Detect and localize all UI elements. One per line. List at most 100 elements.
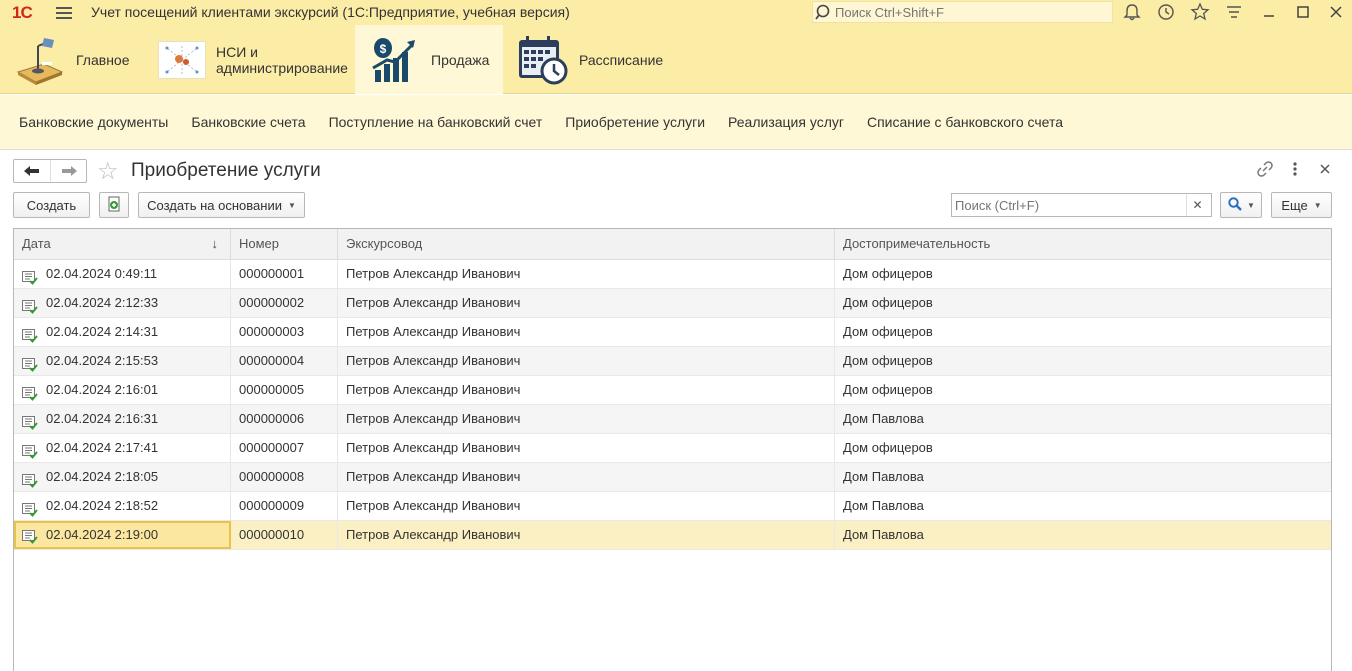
- copy-document-button[interactable]: [99, 192, 129, 218]
- more-button[interactable]: Еще ▼: [1271, 192, 1332, 218]
- nav-bank-writeoff[interactable]: Списание с банковского счета: [867, 114, 1063, 130]
- cell-number[interactable]: 000000008: [231, 463, 338, 491]
- nav-bank-receipt[interactable]: Поступление на банковский счет: [329, 114, 543, 130]
- create-button[interactable]: Создать: [13, 192, 90, 218]
- table-row[interactable]: 02.04.2024 2:14:31 000000003 Петров Алекса…: [14, 318, 1331, 347]
- column-header-date-label: Дата: [22, 236, 51, 251]
- home-desk-icon: [14, 34, 66, 86]
- sales-growth-icon: $: [369, 34, 421, 86]
- forward-arrow-icon[interactable]: [50, 160, 86, 182]
- table-row[interactable]: 02.04.2024 2:18:52 000000009 Петров Алекса…: [14, 492, 1331, 521]
- cell-number[interactable]: 000000010: [231, 521, 338, 549]
- cell-number[interactable]: 000000006: [231, 405, 338, 433]
- history-nav: [13, 159, 87, 183]
- cell-number[interactable]: 000000003: [231, 318, 338, 346]
- cell-guide[interactable]: Петров Александр Иванович: [338, 318, 835, 346]
- nav-bank-documents[interactable]: Банковские документы: [19, 114, 168, 130]
- cell-sight[interactable]: Дом офицеров: [835, 347, 1331, 375]
- cell-guide[interactable]: Петров Александр Иванович: [338, 376, 835, 404]
- cell-date[interactable]: 02.04.2024 2:14:31: [14, 318, 231, 346]
- cell-date[interactable]: 02.04.2024 2:16:31: [14, 405, 231, 433]
- cell-date[interactable]: 02.04.2024 2:18:05: [14, 463, 231, 491]
- cell-sight[interactable]: Дом офицеров: [835, 289, 1331, 317]
- cell-sight[interactable]: Дом Павлова: [835, 405, 1331, 433]
- cell-number[interactable]: 000000007: [231, 434, 338, 462]
- page-title: Приобретение услуги: [131, 160, 321, 181]
- close-form-icon[interactable]: [1314, 160, 1336, 180]
- column-header-date[interactable]: Дата ↓: [14, 229, 231, 260]
- create-based-on-button[interactable]: Создать на основании ▼: [138, 192, 305, 218]
- back-arrow-icon[interactable]: [14, 160, 50, 182]
- cell-sight[interactable]: Дом офицеров: [835, 376, 1331, 404]
- table-row[interactable]: 02.04.2024 2:17:41 000000007 Петров Алекса…: [14, 434, 1331, 463]
- section-schedule[interactable]: Рассписание: [517, 25, 667, 94]
- functions-menu-icon[interactable]: [1223, 2, 1245, 22]
- cell-guide[interactable]: Петров Александр Иванович: [338, 347, 835, 375]
- add-favorite-star-icon[interactable]: ☆: [97, 157, 119, 186]
- cell-date[interactable]: 02.04.2024 2:18:52: [14, 492, 231, 520]
- app-title: Учет посещений клиентами экскурсий (1С:П…: [91, 4, 570, 20]
- minimize-icon[interactable]: [1258, 2, 1280, 22]
- cell-date[interactable]: 02.04.2024 2:16:01: [14, 376, 231, 404]
- cell-guide[interactable]: Петров Александр Иванович: [338, 521, 835, 549]
- cell-guide[interactable]: Петров Александр Иванович: [338, 434, 835, 462]
- table-row[interactable]: 02.04.2024 2:16:31 000000006 Петров Алекса…: [14, 405, 1331, 434]
- history-icon[interactable]: [1155, 2, 1177, 22]
- posted-document-icon: [22, 267, 38, 285]
- cell-date[interactable]: 02.04.2024 2:17:41: [14, 434, 231, 462]
- link-icon[interactable]: [1254, 160, 1276, 180]
- column-header-sight[interactable]: Достопримечательность: [835, 229, 1331, 260]
- cell-number[interactable]: 000000009: [231, 492, 338, 520]
- table-row[interactable]: 02.04.2024 2:15:53 000000004 Петров Алекса…: [14, 347, 1331, 376]
- column-header-guide[interactable]: Экскурсовод: [338, 229, 835, 260]
- global-search-input[interactable]: [835, 4, 1105, 20]
- cell-sight[interactable]: Дом Павлова: [835, 492, 1331, 520]
- cell-sight[interactable]: Дом офицеров: [835, 260, 1331, 288]
- section-admin[interactable]: НСИ и администрирование: [158, 25, 348, 94]
- cell-guide[interactable]: Петров Александр Иванович: [338, 463, 835, 491]
- section-main[interactable]: Главное: [14, 25, 144, 94]
- cell-number[interactable]: 000000005: [231, 376, 338, 404]
- nav-bank-accounts[interactable]: Банковские счета: [191, 114, 305, 130]
- cell-number[interactable]: 000000004: [231, 347, 338, 375]
- cell-sight[interactable]: Дом офицеров: [835, 434, 1331, 462]
- cell-date[interactable]: 02.04.2024 2:19:00: [14, 521, 231, 549]
- table-row[interactable]: 02.04.2024 2:12:33 000000002 Петров Алекса…: [14, 289, 1331, 318]
- cell-guide[interactable]: Петров Александр Иванович: [338, 289, 835, 317]
- cell-date-text: 02.04.2024 2:17:41: [46, 440, 159, 455]
- table-row[interactable]: 02.04.2024 2:19:00 000000010 Петров Алекса…: [14, 521, 1331, 550]
- table-row[interactable]: 02.04.2024 0:49:11 000000001 Петров Алекса…: [14, 260, 1331, 289]
- table-row[interactable]: 02.04.2024 2:18:05 000000008 Петров Алекса…: [14, 463, 1331, 492]
- list-search[interactable]: ✕: [951, 193, 1212, 217]
- global-search[interactable]: [812, 1, 1113, 23]
- main-menu-icon[interactable]: [56, 4, 72, 20]
- search-input[interactable]: [952, 197, 1186, 213]
- more-options-icon[interactable]: [1284, 160, 1306, 180]
- nav-service-purchase[interactable]: Приобретение услуги: [565, 114, 705, 130]
- search-options-button[interactable]: ▼: [1220, 192, 1262, 218]
- table-row[interactable]: 02.04.2024 2:16:01 000000005 Петров Алекса…: [14, 376, 1331, 405]
- cell-date[interactable]: 02.04.2024 0:49:11: [14, 260, 231, 288]
- dropdown-arrow-icon: ▼: [1247, 200, 1255, 210]
- cell-date[interactable]: 02.04.2024 2:12:33: [14, 289, 231, 317]
- dropdown-arrow-icon: ▼: [287, 200, 296, 210]
- cell-guide[interactable]: Петров Александр Иванович: [338, 492, 835, 520]
- cell-number[interactable]: 000000001: [231, 260, 338, 288]
- nav-service-sales[interactable]: Реализация услуг: [728, 114, 844, 130]
- cell-guide[interactable]: Петров Александр Иванович: [338, 260, 835, 288]
- cell-number[interactable]: 000000002: [231, 289, 338, 317]
- app-logo: 1С: [12, 3, 33, 22]
- maximize-icon[interactable]: [1292, 2, 1314, 22]
- close-window-icon[interactable]: [1325, 2, 1347, 22]
- column-header-number[interactable]: Номер: [231, 229, 338, 260]
- cell-date[interactable]: 02.04.2024 2:15:53: [14, 347, 231, 375]
- cell-sight[interactable]: Дом офицеров: [835, 318, 1331, 346]
- cell-guide[interactable]: Петров Александр Иванович: [338, 405, 835, 433]
- section-sales[interactable]: $ Продажа: [355, 25, 503, 94]
- clear-search-icon[interactable]: ✕: [1186, 194, 1208, 216]
- settings-network-icon: [158, 40, 206, 79]
- favorites-star-icon[interactable]: [1189, 2, 1211, 22]
- cell-sight[interactable]: Дом Павлова: [835, 521, 1331, 549]
- notifications-bell-icon[interactable]: [1121, 2, 1143, 22]
- cell-sight[interactable]: Дом Павлова: [835, 463, 1331, 491]
